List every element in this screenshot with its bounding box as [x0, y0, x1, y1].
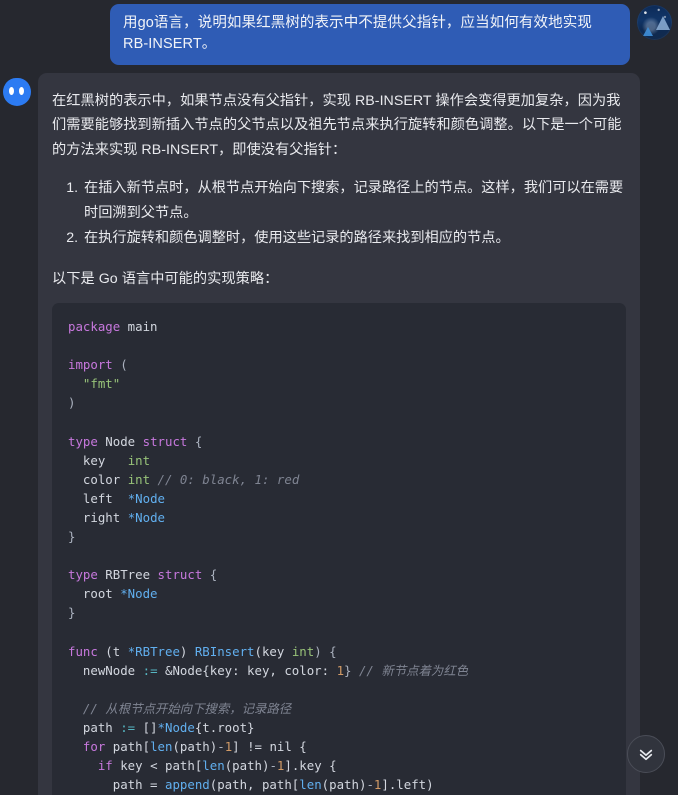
code-token: (key [254, 643, 292, 659]
code-token: (path, path[ [209, 777, 300, 793]
code-block: package main import ( "fmt" ) type Node … [52, 302, 626, 795]
code-token: if [97, 758, 113, 774]
code-token: (t [97, 643, 128, 659]
assistant-intro-paragraph: 在红黑树的表示中，如果节点没有父指针，实现 RB-INSERT 操作会变得更加复… [52, 93, 622, 158]
code-token: struct [157, 567, 203, 583]
code-token: color [68, 471, 128, 487]
code-token: path = [68, 777, 165, 793]
code-token: for [82, 739, 106, 755]
code-token: ] != nil { [232, 739, 307, 755]
code-token: // 从根节点开始向下搜索，记录路径 [82, 700, 292, 716]
code-token: len [150, 739, 173, 755]
code-token: right [68, 509, 128, 525]
code-token: int [127, 471, 151, 487]
code-token: - [217, 739, 225, 755]
code-token: func [68, 643, 98, 659]
assistant-step-item: 在插入新节点时，从根节点开始向下搜索，记录路径上的节点。这样，我们可以在需要时回… [82, 176, 626, 225]
code-token: package [68, 318, 121, 334]
chat-page: 用go语言，说明如果红黑树的表示中不提供父指针，应当如何有效地实现 RB-INS… [0, 0, 678, 795]
code-token: int [127, 452, 151, 468]
code-token: left [68, 490, 128, 506]
code-token: [] [135, 719, 158, 735]
code-token: := [142, 662, 158, 678]
code-token: } [68, 605, 76, 621]
code-token: &Node{key: key, color: [157, 662, 337, 678]
code-token: root [68, 586, 121, 602]
assistant-step-item: 在执行旋转和颜色调整时，使用这些记录的路径来找到相应的节点。 [82, 226, 626, 250]
code-token: } [68, 529, 76, 545]
assistant-steps-list: 在插入新节点时，从根节点开始向下搜索，记录路径上的节点。这样，我们可以在需要时回… [52, 176, 626, 250]
assistant-code-lead-paragraph: 以下是 Go 语言中可能的实现策略： [52, 270, 279, 287]
code-token: append [164, 777, 210, 793]
assistant-message-row: 在红黑树的表示中，如果节点没有父指针，实现 RB-INSERT 操作会变得更加复… [0, 65, 678, 795]
code-token: ].key { [284, 758, 337, 774]
user-message-bubble: 用go语言，说明如果红黑树的表示中不提供父指针，应当如何有效地实现 RB-INS… [110, 4, 630, 66]
chevron-double-down-icon [639, 749, 653, 761]
code-token: ) [68, 395, 76, 411]
code-token: *Node [127, 490, 165, 506]
code-token: ) { [314, 643, 337, 659]
code-token: // 0: black, 1: red [157, 471, 300, 487]
code-token: 1 [336, 662, 345, 678]
code-token: ) [179, 643, 195, 659]
assistant-avatar [3, 78, 31, 107]
code-token: {t.root} [194, 719, 255, 735]
code-token: newNode [68, 662, 143, 678]
code-token: struct [142, 433, 188, 449]
scroll-to-bottom-button[interactable] [627, 735, 665, 773]
avatar-eye-right [19, 87, 24, 96]
code-token: RBTree [97, 567, 158, 583]
code-token: path [68, 719, 121, 735]
code-token: path[ [105, 739, 151, 755]
code-token: len [202, 758, 225, 774]
code-token: := [120, 719, 136, 735]
code-token: (path) [172, 739, 218, 755]
code-token: } [344, 662, 359, 678]
code-token: - [366, 777, 374, 793]
code-token: len [299, 777, 322, 793]
code-token: ( [112, 357, 128, 373]
code-token: *Node [120, 586, 158, 602]
user-avatar[interactable] [637, 5, 672, 40]
code-token: key [68, 452, 128, 468]
avatar-eye-left [9, 87, 14, 96]
code-token: (path) [224, 758, 270, 774]
code-token: type [68, 433, 98, 449]
code-token: (path) [321, 777, 367, 793]
code-token: { [187, 433, 203, 449]
code-token: import [68, 357, 113, 373]
code-token: "fmt" [82, 376, 121, 392]
assistant-message-panel: 在红黑树的表示中，如果节点没有父指针，实现 RB-INSERT 操作会变得更加复… [38, 73, 640, 795]
code-token: // 新节点着为红色 [358, 662, 469, 678]
code-token: key < path[ [112, 758, 203, 774]
code-token: main [120, 318, 158, 334]
code-token: type [68, 567, 98, 583]
code-token: - [269, 758, 277, 774]
user-message-row: 用go语言，说明如果红黑树的表示中不提供父指针，应当如何有效地实现 RB-INS… [0, 0, 678, 66]
code-token: *Node [127, 509, 165, 525]
code-token: { [202, 567, 218, 583]
code-token: int [291, 643, 315, 659]
code-token: Node [97, 433, 143, 449]
code-token: RBInsert [194, 643, 255, 659]
code-token: ].left) [381, 777, 434, 793]
code-content: package main import ( "fmt" ) type Node … [68, 317, 610, 795]
code-token: *Node [157, 719, 195, 735]
code-token: *RBTree [127, 643, 180, 659]
